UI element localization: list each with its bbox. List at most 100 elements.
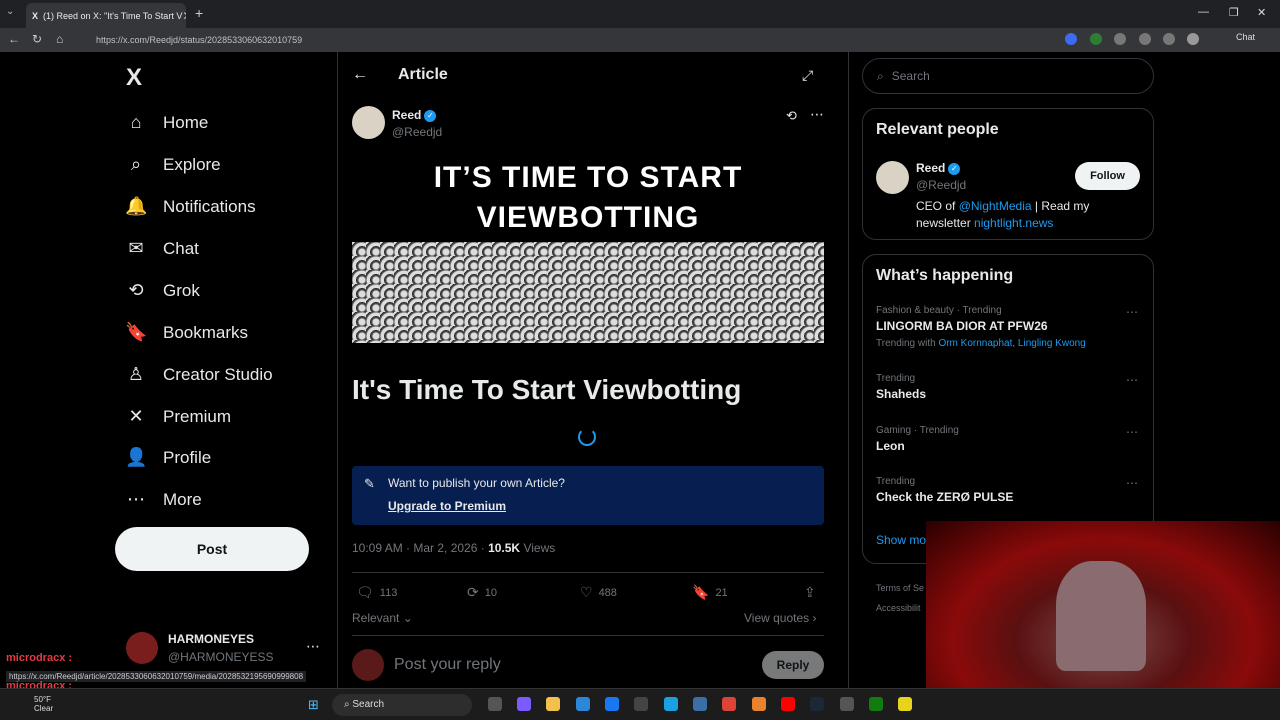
file-explorer-icon[interactable] <box>546 697 560 711</box>
grok-icon[interactable]: ⟲ <box>786 108 797 124</box>
bio-website-link[interactable]: nightlight.news <box>974 216 1053 230</box>
expand-icon[interactable]: ⤢ <box>802 67 813 84</box>
browser-tab[interactable]: X (1) Reed on X: "It's Time To Start V ✕ <box>26 3 186 28</box>
post-button[interactable]: Post <box>115 527 309 571</box>
reply-button[interactable]: 🗨 113 <box>356 584 397 601</box>
home-icon[interactable]: ⌂ <box>56 32 63 46</box>
refresh-icon[interactable]: ↻ <box>32 32 42 46</box>
person-handle[interactable]: @Reedjd <box>916 178 966 192</box>
url-field[interactable]: https://x.com/Reedjd/status/202853306063… <box>76 31 976 49</box>
whats-happening-card: What’s happening Fashion & beauty · Tren… <box>862 254 1154 564</box>
sidebar-item-notifications[interactable]: 🔔 Notifications <box>125 196 256 217</box>
window-close-icon[interactable]: ✕ <box>1257 6 1266 19</box>
xbox-icon[interactable] <box>869 697 883 711</box>
edge-icon[interactable] <box>664 697 678 711</box>
trend-item[interactable]: Trending Check the ZERØ PULSE ⋯ <box>876 476 1138 504</box>
more-icon[interactable]: ⋯ <box>306 638 320 655</box>
sidebar-item-label: Home <box>163 112 209 132</box>
show-more-link[interactable]: Show mo <box>876 533 926 547</box>
chrome-icon[interactable] <box>722 697 736 711</box>
sidebar-item-more[interactable]: ⋯ More <box>125 489 202 510</box>
repost-button[interactable]: ⟳ 10 <box>467 584 497 601</box>
author-name[interactable]: Reed <box>392 108 421 122</box>
more-icon[interactable]: ⋯ <box>1126 305 1138 319</box>
close-tab-icon[interactable]: ✕ <box>182 9 186 23</box>
store-icon[interactable] <box>576 697 590 711</box>
avatar[interactable] <box>876 161 909 194</box>
windows-start-icon[interactable]: ⊞ <box>308 697 322 712</box>
shield-icon[interactable] <box>1163 33 1175 45</box>
extensions-icon[interactable] <box>1114 33 1126 45</box>
calculator-icon[interactable] <box>693 697 707 711</box>
accessibility-link[interactable]: Accessibilit <box>876 598 924 618</box>
new-tab-icon[interactable]: + <box>195 5 203 21</box>
bookmark-button[interactable]: 🔖 21 <box>692 584 728 601</box>
account-switcher[interactable]: HARMONEYES @HARMONEYESS ⋯ <box>126 630 326 670</box>
bio-mention-link[interactable]: @NightMedia <box>959 199 1032 213</box>
weather-widget[interactable]: 50°F Clear <box>34 695 53 713</box>
article-cover-image[interactable]: IT’S TIME TO START VIEWBOTTING <box>352 150 824 343</box>
sidebar-item-profile[interactable]: 👤 Profile <box>125 447 211 468</box>
back-arrow-icon[interactable]: ← <box>352 66 368 84</box>
more-icon[interactable]: ⋯ <box>1126 476 1138 490</box>
copilot-chat-button[interactable]: Chat <box>1236 32 1255 42</box>
copilot-icon[interactable] <box>517 697 531 711</box>
sidebar-item-creator-studio[interactable]: ♙ Creator Studio <box>125 364 273 385</box>
avatar[interactable] <box>352 106 385 139</box>
author-handle[interactable]: @Reedjd <box>392 125 442 139</box>
sidebar-item-premium[interactable]: ✕ Premium <box>125 406 231 427</box>
taskbar-search[interactable]: ⌕ Search <box>332 694 472 716</box>
terms-link[interactable]: Terms of Se <box>876 578 924 598</box>
chat-username: microdracx : <box>6 652 73 664</box>
trend-related-links[interactable]: Orm Kornnaphat, Lingling Kwong <box>938 338 1085 349</box>
back-icon[interactable]: ← <box>8 32 20 46</box>
person-name-row[interactable]: Reed ✓ <box>916 161 961 175</box>
sidebar-item-explore[interactable]: ⌕ Explore <box>125 154 221 175</box>
trend-item[interactable]: Fashion & beauty · Trending LINGORM BA D… <box>876 305 1138 349</box>
like-button[interactable]: ♡ 488 <box>580 584 617 601</box>
amazon-icon[interactable] <box>634 697 648 711</box>
more-icon[interactable]: ⋯ <box>810 106 824 123</box>
x-logo[interactable]: X <box>126 64 142 92</box>
reply-composer: Post your reply Reply <box>352 649 824 681</box>
trend-item[interactable]: Trending Shaheds ⋯ <box>876 373 1138 401</box>
sort-replies-dropdown[interactable]: Relevant ⌄ <box>352 611 413 625</box>
sidebar-item-bookmarks[interactable]: 🔖 Bookmarks <box>125 322 248 343</box>
restore-icon[interactable]: ❐ <box>1229 6 1239 19</box>
bookmark-icon: 🔖 <box>125 322 148 342</box>
reply-input[interactable]: Post your reply <box>394 656 501 674</box>
upgrade-premium-link[interactable]: Upgrade to Premium <box>388 499 506 513</box>
sidebar-item-label: Premium <box>163 406 232 426</box>
trend-item[interactable]: Gaming · Trending Leon ⋯ <box>876 425 1138 453</box>
view-quotes-link[interactable]: View quotes › <box>744 611 817 625</box>
app-icon[interactable] <box>898 697 912 711</box>
app-icon[interactable] <box>752 697 766 711</box>
favorites-icon[interactable] <box>1139 33 1151 45</box>
app-icon[interactable] <box>840 697 854 711</box>
extension-icon[interactable] <box>1090 33 1102 45</box>
task-view-icon[interactable] <box>488 697 502 711</box>
profile-avatar[interactable] <box>1187 33 1199 45</box>
sidebar-item-label: Creator Studio <box>163 364 273 384</box>
reply-submit-button[interactable]: Reply <box>762 651 824 679</box>
sidebar-item-home[interactable]: ⌂ Home <box>125 112 209 133</box>
steam-icon[interactable] <box>810 697 824 711</box>
view-quotes-label: View quotes <box>744 611 810 625</box>
loading-spinner-icon <box>578 428 596 446</box>
follow-button[interactable]: Follow <box>1075 162 1140 190</box>
tab-menu-icon[interactable]: ⌄ <box>6 6 20 20</box>
more-icon[interactable]: ⋯ <box>1126 425 1138 439</box>
youtube-icon[interactable] <box>781 697 795 711</box>
search-input[interactable]: ⌕ Search <box>862 58 1154 94</box>
trend-title: Shaheds <box>876 387 927 401</box>
facebook-icon[interactable] <box>605 697 619 711</box>
share-button[interactable]: ⇪ <box>804 584 816 601</box>
minimize-icon[interactable]: — <box>1198 6 1209 18</box>
sidebar-item-chat[interactable]: ✉ Chat <box>125 238 198 259</box>
relevant-people-heading: Relevant people <box>876 121 999 138</box>
post-timestamp[interactable]: 10:09 AM · Mar 2, 2026 · <box>352 541 488 555</box>
promo-question: Want to publish your own Article? <box>388 476 565 490</box>
more-icon[interactable]: ⋯ <box>1126 373 1138 387</box>
sidebar-item-grok[interactable]: ⟲ Grok <box>125 280 199 301</box>
extension-icon[interactable] <box>1065 33 1077 45</box>
